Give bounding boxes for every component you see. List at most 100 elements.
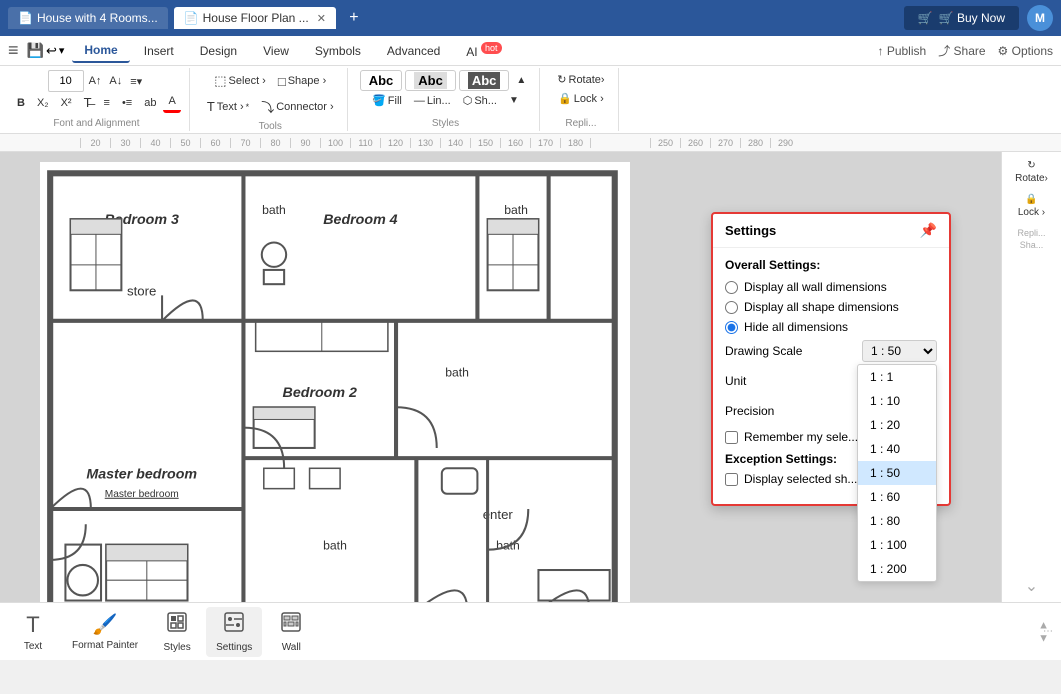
radio-wall-input[interactable] <box>725 281 738 294</box>
pin-icon[interactable]: 📌 <box>920 222 937 239</box>
shape-icon: □ <box>278 74 286 89</box>
font-name-button[interactable]: ab <box>139 94 161 112</box>
scale-opt-1-1[interactable]: 1 : 1 <box>858 365 936 389</box>
canvas[interactable]: Bedroom 3 bath Bedroom 4 bath store Bedr… <box>40 162 630 622</box>
format-painter-tool[interactable]: 🖌️ Format Painter <box>62 608 148 656</box>
styles-tool-bottom[interactable]: Styles <box>152 607 202 657</box>
avatar[interactable]: M <box>1027 5 1053 31</box>
subscript-button[interactable]: X₂ <box>32 94 54 112</box>
style-pills: Abc Abc Abc <box>360 70 510 91</box>
radio-hide-input[interactable] <box>725 321 738 334</box>
bold-button[interactable]: B <box>12 94 30 112</box>
tab-house-rooms[interactable]: 📄 House with 4 Rooms... <box>8 7 168 29</box>
tab-advanced[interactable]: Advanced <box>375 40 452 62</box>
ruler-mark: 250 <box>650 138 680 148</box>
drawing-scale-select[interactable]: 1 : 1 1 : 10 1 : 20 1 : 40 1 : 50 1 : 60… <box>862 340 937 362</box>
scale-opt-1-100[interactable]: 1 : 100 <box>858 533 936 557</box>
scroll-down-icon[interactable]: ▼ <box>1038 632 1049 644</box>
ruler: 20 30 40 50 60 70 80 90 100 110 120 130 … <box>0 134 1061 152</box>
font-size-down-button[interactable]: A↓ <box>106 73 125 89</box>
toolbar: A↑ A↓ ≡▾ B X₂ X² T̶ ≡ •≡ ab A Font and A… <box>0 66 1061 134</box>
svg-text:Master bedroom: Master bedroom <box>86 466 197 482</box>
scale-opt-1-80[interactable]: 1 : 80 <box>858 509 936 533</box>
scale-opt-1-10[interactable]: 1 : 10 <box>858 389 936 413</box>
tab-insert[interactable]: Insert <box>132 40 186 62</box>
line-button[interactable]: — Lin... <box>409 92 456 110</box>
connector-button[interactable]: ⤵ Connector › <box>256 94 339 119</box>
font-size-up-button[interactable]: A↑ <box>86 73 105 89</box>
share-button[interactable]: ⤴ Share <box>938 42 985 59</box>
ruler-mark: 20 <box>80 138 110 148</box>
undo-icon[interactable]: ↩ <box>46 43 57 59</box>
close-tab-icon[interactable]: ✕ <box>317 12 326 25</box>
collapse-icon[interactable]: ⌄ <box>1025 578 1038 595</box>
font-alignment-group: A↑ A↓ ≡▾ B X₂ X² T̶ ≡ •≡ ab A Font and A… <box>4 68 190 131</box>
scale-opt-1-200[interactable]: 1 : 200 <box>858 557 936 581</box>
styles-scroll-up[interactable]: ▲ <box>511 72 531 89</box>
app-menu-button[interactable]: ≡ <box>8 40 19 61</box>
rotate-button[interactable]: ↻ Rotate› <box>552 70 609 89</box>
publish-button[interactable]: ↑ Publish <box>877 44 926 58</box>
lock-right-button[interactable]: 🔒 Lock › <box>1007 190 1057 222</box>
superscript-button[interactable]: X² <box>56 94 77 112</box>
ribbon-tabs: ≡ 💾 ↩ ▾ Home Insert Design View Symbols … <box>0 36 1061 66</box>
radio-hide-label: Hide all dimensions <box>744 320 848 334</box>
right-panel: ↻ Rotate› 🔒 Lock › Repli... Sha... ⌄ <box>1001 152 1061 660</box>
ruler-mark: 290 <box>770 138 800 148</box>
style-abc-2[interactable]: Abc <box>405 70 456 91</box>
list2-button[interactable]: •≡ <box>117 94 137 112</box>
settings-title: Settings <box>725 223 776 238</box>
radio-shape-input[interactable] <box>725 301 738 314</box>
strikethrough-button[interactable]: T̶ <box>79 92 97 113</box>
rotate-row: ↻ Rotate› <box>552 70 609 89</box>
settings-tool-bottom[interactable]: Settings <box>206 607 262 657</box>
canvas-area[interactable]: Bedroom 3 bath Bedroom 4 bath store Bedr… <box>0 152 1001 660</box>
style-abc-1[interactable]: Abc <box>360 70 403 91</box>
display-selected-checkbox[interactable] <box>725 473 738 486</box>
styles-scroll-down[interactable]: ▼ <box>504 92 524 109</box>
tab-home[interactable]: Home <box>72 39 129 63</box>
wall-tool-bottom[interactable]: Wall <box>266 607 316 657</box>
tab-house-floor[interactable]: 📄 House Floor Plan ... ✕ <box>174 7 336 29</box>
radio-hide-dimensions[interactable]: Hide all dimensions <box>725 320 937 334</box>
list-button[interactable]: ≡ <box>99 94 115 112</box>
rotate-right-icon: ↻ <box>1027 160 1035 171</box>
font-color-button[interactable]: A <box>163 92 180 113</box>
fill-button[interactable]: 🪣 Fill <box>367 91 407 110</box>
scale-opt-1-20[interactable]: 1 : 20 <box>858 413 936 437</box>
svg-text:bath: bath <box>445 366 469 380</box>
select-button[interactable]: ⬚ Select › <box>209 70 271 92</box>
options-button[interactable]: ⚙ Options <box>998 44 1053 58</box>
align-button[interactable]: ≡▾ <box>127 73 145 90</box>
lock-button[interactable]: 🔒 Lock › <box>553 89 609 108</box>
collapse-button[interactable]: ⌄ <box>1025 576 1038 596</box>
radio-shape-dimensions[interactable]: Display all shape dimensions <box>725 300 937 314</box>
remember-checkbox[interactable] <box>725 431 738 444</box>
rotate-right-button[interactable]: ↻ Rotate› <box>1007 156 1057 188</box>
shape-button[interactable]: □ Shape › <box>273 71 331 92</box>
buy-now-button[interactable]: 🛒 🛒 Buy Now <box>904 6 1019 30</box>
save-icon[interactable]: 💾 <box>27 42 44 59</box>
styles-fill-row: 🪣 Fill — Lin... ⬡ Sh... ▼ <box>367 91 524 110</box>
sh-button[interactable]: ⬡ Sh... <box>458 91 502 110</box>
scale-opt-1-50-selected[interactable]: 1 : 50 <box>858 461 936 485</box>
quick-access: 💾 ↩ ▾ <box>27 42 65 59</box>
radio-wall-dimensions[interactable]: Display all wall dimensions <box>725 280 937 294</box>
new-tab-button[interactable]: + <box>342 6 366 30</box>
tab-ai[interactable]: AI hot <box>454 39 513 63</box>
font-size-input[interactable] <box>48 70 84 92</box>
scale-opt-1-40[interactable]: 1 : 40 <box>858 437 936 461</box>
tab-view[interactable]: View <box>251 40 301 62</box>
tab-symbols[interactable]: Symbols <box>303 40 373 62</box>
expand-icon[interactable]: ▾ <box>59 44 65 57</box>
tab-design[interactable]: Design <box>188 40 249 62</box>
settings-popup: Settings 📌 Overall Settings: Display all… <box>711 212 951 506</box>
style-abc-3[interactable]: Abc <box>459 70 510 91</box>
text-button[interactable]: T Text › * <box>202 96 254 117</box>
text-tool-bottom[interactable]: T Text <box>8 608 58 656</box>
floor-plan-svg: Bedroom 3 bath Bedroom 4 bath store Bedr… <box>40 162 630 622</box>
scroll-up-icon[interactable]: ▲ <box>1038 619 1049 631</box>
scroll-controls: ▲ ▼ <box>1038 619 1049 644</box>
svg-text:bath: bath <box>323 539 347 553</box>
scale-opt-1-60[interactable]: 1 : 60 <box>858 485 936 509</box>
